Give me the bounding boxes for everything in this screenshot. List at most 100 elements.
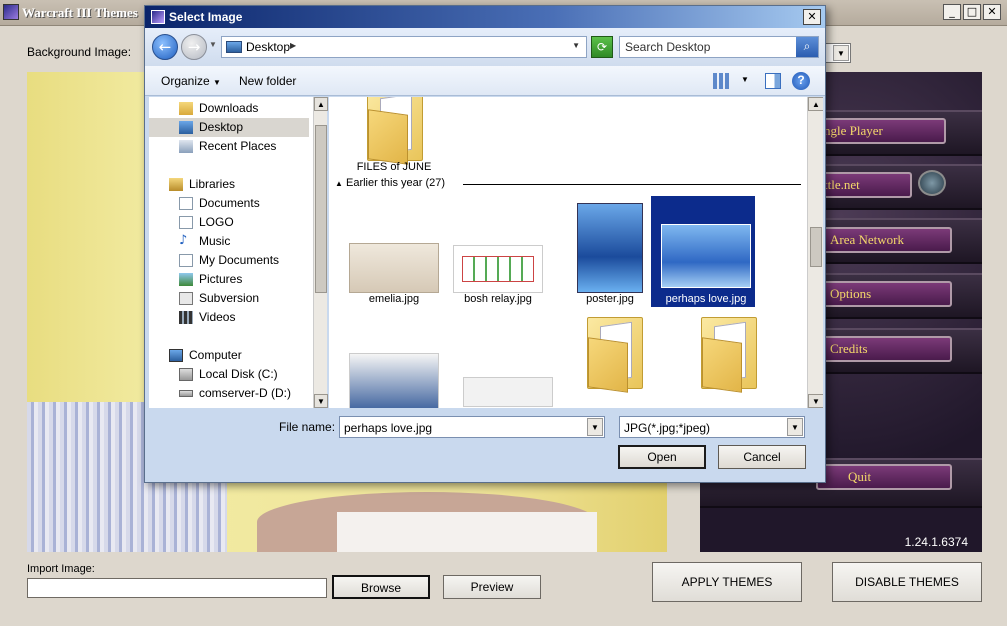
dialog-close-button[interactable]: ✕ xyxy=(803,9,821,25)
nav-item-documents[interactable]: Documents xyxy=(149,194,309,213)
search-input[interactable]: Search Desktop xyxy=(625,40,710,54)
app-title: Warcraft III Themes xyxy=(22,5,138,20)
address-bar[interactable]: Desktop ▶ ▼ xyxy=(221,36,587,58)
nav-item-recent-places[interactable]: Recent Places xyxy=(149,137,309,156)
videos-icon xyxy=(179,311,193,324)
organize-button[interactable]: Organize ▼ xyxy=(161,74,221,88)
nav-item-label: LOGO xyxy=(199,215,234,229)
nav-item-logo[interactable]: LOGO xyxy=(149,213,309,232)
local-disk-icon xyxy=(179,368,193,381)
address-text: Desktop xyxy=(246,40,291,54)
close-button[interactable]: ✕ xyxy=(983,4,1001,20)
browse-button[interactable]: Browse xyxy=(332,575,430,599)
address-dropdown-icon[interactable]: ▼ xyxy=(572,41,580,50)
folder-icon xyxy=(367,97,423,165)
chevron-down-icon[interactable]: ▼ xyxy=(741,75,749,84)
desktop-icon xyxy=(179,121,193,134)
nav-item-computer[interactable]: Computer xyxy=(149,346,309,365)
nav-item-my-documents[interactable]: My Documents xyxy=(149,251,309,270)
folder-front xyxy=(588,337,628,393)
maximize-button[interactable]: □ xyxy=(963,4,981,20)
nav-item-libraries[interactable]: Libraries xyxy=(149,175,309,194)
search-box[interactable]: Search Desktop ⌕ xyxy=(619,36,819,58)
folder-front xyxy=(368,109,408,165)
nav-item-local-disk[interactable]: Local Disk (C:) xyxy=(149,365,309,384)
navigation-scrollbar[interactable]: ▲ ▼ xyxy=(313,97,328,408)
nav-item-downloads[interactable]: Downloads xyxy=(149,99,309,118)
view-options-icon[interactable] xyxy=(713,73,729,89)
documents-icon xyxy=(179,197,193,210)
nav-item-label: Pictures xyxy=(199,272,243,286)
image-thumbnail[interactable] xyxy=(463,377,553,407)
preview-button[interactable]: Preview xyxy=(443,575,541,599)
nav-item-subversion[interactable]: Subversion xyxy=(149,289,309,308)
file-item[interactable]: bosh relay.jpg xyxy=(443,205,553,305)
menu-area-network: Area Network xyxy=(816,227,952,253)
scrollbar-thumb[interactable] xyxy=(810,227,822,267)
app-logo-icon xyxy=(3,4,19,20)
blouse-shape xyxy=(337,512,597,552)
documents-icon xyxy=(179,254,193,267)
scroll-up-icon[interactable]: ▲ xyxy=(808,97,823,111)
file-list-pane: FILES of JUNE ▲ Earlier this year (27) e… xyxy=(329,97,823,408)
nav-item-label: Desktop xyxy=(199,120,244,134)
collapse-icon[interactable]: ▲ xyxy=(335,179,343,188)
scroll-down-icon[interactable]: ▼ xyxy=(808,394,823,408)
back-arrow-icon[interactable]: ← xyxy=(152,34,178,60)
file-list-scrollbar[interactable]: ▲ ▼ xyxy=(807,97,823,408)
image-thumbnail[interactable] xyxy=(349,353,439,408)
file-name: emelia.jpg xyxy=(368,293,420,305)
chevron-down-icon[interactable]: ▼ xyxy=(833,45,849,61)
file-name-input[interactable]: perhaps love.jpg ▼ xyxy=(339,416,605,438)
file-item[interactable]: poster.jpg xyxy=(555,203,665,305)
nav-item-label: Libraries xyxy=(189,177,236,191)
scroll-up-icon[interactable]: ▲ xyxy=(314,97,328,111)
refresh-icon[interactable]: ⟳ xyxy=(591,36,613,58)
scroll-down-icon[interactable]: ▼ xyxy=(314,394,328,408)
menu-credits: Credits xyxy=(816,336,952,362)
file-item[interactable]: emelia.jpg xyxy=(339,205,449,305)
nav-item-pictures[interactable]: Pictures xyxy=(149,270,309,289)
pictures-icon xyxy=(179,273,193,286)
file-name-label: File name: xyxy=(279,420,336,434)
navigation-pane: Downloads Desktop Recent Places Librarie… xyxy=(149,97,328,408)
nav-item-comserver[interactable]: comserver-D (D:) xyxy=(149,384,309,403)
file-name: FILES of JUNE xyxy=(356,161,432,173)
nav-item-music[interactable]: ♪ Music xyxy=(149,232,309,251)
group-divider xyxy=(463,184,801,185)
file-type-select[interactable]: JPG(*.jpg;*jpeg) ▼ xyxy=(619,416,805,438)
cancel-button[interactable]: Cancel xyxy=(718,445,806,469)
nav-item-label: Downloads xyxy=(199,101,259,115)
folder-icon[interactable] xyxy=(587,317,643,393)
nav-item-desktop[interactable]: Desktop xyxy=(149,118,309,137)
minimize-button[interactable]: _ xyxy=(943,4,961,20)
folder-icon[interactable] xyxy=(701,317,757,393)
group-header[interactable]: ▲ Earlier this year (27) xyxy=(335,177,445,189)
apply-themes-button[interactable]: APPLY THEMES xyxy=(652,562,802,602)
file-item[interactable]: FILES of JUNE xyxy=(339,97,449,177)
nav-item-label: Local Disk (C:) xyxy=(199,367,278,381)
nav-item-label: My Documents xyxy=(199,253,280,267)
circuit-diagram-shape xyxy=(462,256,534,282)
breadcrumb-chevron-icon[interactable]: ▶ xyxy=(290,41,296,50)
open-button[interactable]: Open xyxy=(618,445,706,469)
folder-front xyxy=(702,337,742,393)
group-header-label: Earlier this year (27) xyxy=(345,177,446,189)
menu-quit: Quit xyxy=(816,464,952,490)
chevron-down-icon[interactable]: ▼ xyxy=(587,418,603,436)
help-icon[interactable]: ? xyxy=(792,72,810,90)
file-item-selected[interactable]: perhaps love.jpg xyxy=(651,196,761,308)
forward-arrow-icon[interactable]: → xyxy=(181,34,207,60)
search-icon[interactable]: ⌕ xyxy=(796,37,818,57)
history-dropdown-icon[interactable]: ▼ xyxy=(209,40,217,49)
dialog-title-bar: Select Image ✕ xyxy=(145,6,825,28)
scrollbar-thumb[interactable] xyxy=(315,125,327,293)
nav-item-label: Subversion xyxy=(199,291,260,305)
chevron-down-icon[interactable]: ▼ xyxy=(787,418,803,436)
import-image-input[interactable] xyxy=(27,578,327,598)
preview-pane-icon[interactable] xyxy=(765,73,781,89)
nav-item-videos[interactable]: Videos xyxy=(149,308,309,327)
new-folder-button[interactable]: New folder xyxy=(239,74,296,88)
disable-themes-button[interactable]: DISABLE THEMES xyxy=(832,562,982,602)
file-name: bosh relay.jpg xyxy=(464,293,532,305)
